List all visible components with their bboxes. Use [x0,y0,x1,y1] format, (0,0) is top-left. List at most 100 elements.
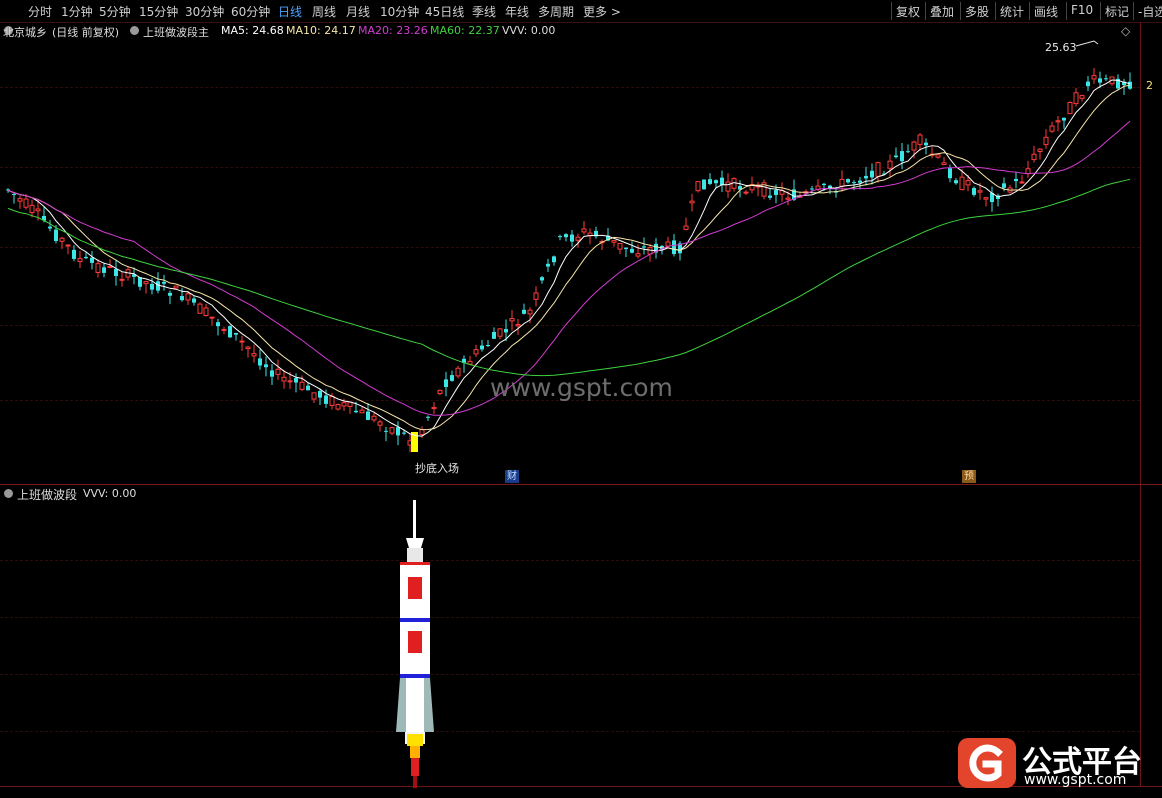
candle-body [941,162,947,166]
candle-body [299,381,305,390]
toolbar-item-2[interactable]: 5分钟 [99,3,131,20]
toolbar-separator [1133,2,1134,20]
toolbar-item-10[interactable]: 45日线 [425,3,464,20]
candle-body [450,375,454,381]
candle-body [377,421,383,426]
candle-body [480,345,484,350]
candle-body [642,246,646,248]
toolbar-right-item-7[interactable]: -自选 [1138,3,1162,20]
candle-body [318,390,322,398]
candle-body [359,409,365,414]
toolbar-item-5[interactable]: 60分钟 [231,3,270,20]
candle-body [1014,178,1018,182]
toolbar-item-8[interactable]: 月线 [346,3,370,20]
candle-body [906,151,910,153]
candle-body [389,427,395,434]
toolbar-separator [960,2,961,20]
candle-body [1055,120,1061,123]
price-axis [1140,22,1162,484]
candle-body [455,367,461,377]
toolbar-item-1[interactable]: 1分钟 [61,3,93,20]
candle-body [725,181,731,192]
toolbar-item-3[interactable]: 15分钟 [139,3,178,20]
toolbar-item-0[interactable]: 分时 [28,3,52,20]
bottom-label: 抄底入场 [415,462,459,475]
sub-vvv-value: VVV: 0.00 [83,487,137,500]
toolbar-item-11[interactable]: 季线 [472,3,496,20]
sub-indicator-name: 上班做波段 [17,488,78,502]
candle-body [59,237,65,242]
candle-body [228,326,232,338]
candle-body [492,332,496,339]
candle-body [402,432,406,434]
toolbar-right-item-6[interactable]: 标记 [1105,3,1129,20]
candle-body [540,277,544,281]
candle-body [630,248,634,253]
brand-logo-icon [958,738,1016,788]
sub-collapse-icon[interactable] [4,489,13,498]
candle-body [197,303,203,314]
candle-body [1037,148,1043,153]
candle-body [558,236,562,238]
candle-body [575,236,581,241]
toolbar-right-item-0[interactable]: 复权 [896,3,920,20]
candle-body [948,168,952,179]
period-toolbar: 分时 1分钟 5分钟 15分钟 30分钟 60分钟 日线 周线 月线 10分钟 45日线 季线 年线 多周… [0,0,1162,23]
toolbar-item-12[interactable]: 年线 [505,3,529,20]
candle-body [774,190,778,196]
toolbar-right-item-2[interactable]: 多股 [965,3,989,20]
candle-body [138,277,142,287]
candle-body [341,402,347,407]
candle-body [515,324,521,327]
toolbar-item-4[interactable]: 30分钟 [185,3,224,20]
toolbar-item-14[interactable]: 更多 > [583,3,621,20]
candle-body [611,240,617,243]
candle-body [672,240,676,255]
candle-body [852,182,856,184]
candle-body [281,376,287,382]
candle-body [564,234,568,238]
candle-body [311,392,317,400]
candle-body [29,204,35,214]
toolbar-separator [891,2,892,20]
candle-body [533,292,539,300]
toolbar-item-7[interactable]: 周线 [312,3,336,20]
candle-body [702,179,706,190]
candle-body [570,234,574,242]
toolbar-separator [1029,2,1030,20]
grid-line [0,560,1140,561]
toolbar-item-6[interactable]: 日线 [278,3,302,20]
cai-marker[interactable]: 财 [505,470,519,483]
candle-body [221,328,227,331]
toolbar-item-9[interactable]: 10分钟 [380,3,419,20]
candle-body [72,249,76,259]
candle-body [977,190,983,193]
toolbar-right-item-5[interactable]: F10 [1071,3,1093,17]
candle-body [239,340,245,343]
candle-body [371,415,377,421]
candle-body [77,258,83,262]
candle-body [768,195,772,198]
candle-body [864,175,868,179]
candle-body [522,309,526,314]
toolbar-right-item-4[interactable]: 画线 [1034,3,1058,20]
toolbar-right-item-1[interactable]: 叠加 [930,3,954,20]
candle-body [708,179,712,184]
panel-divider [0,484,1162,485]
candle-body [954,180,958,184]
candle-body [858,180,862,183]
toolbar-right-item-3[interactable]: 统计 [1000,3,1024,20]
candle-body [335,403,341,410]
candle-body [102,267,106,273]
candle-body [810,188,814,190]
candle-body [1079,95,1085,99]
candle-body [216,322,220,327]
candle-body [306,385,310,391]
candle-body [720,177,724,186]
candle-body [245,346,251,350]
toolbar-item-13[interactable]: 多周期 [538,3,574,20]
candle-body [917,134,923,145]
candle-body [552,256,556,263]
yu-marker[interactable]: 预 [962,470,976,483]
candle-body [473,349,479,355]
